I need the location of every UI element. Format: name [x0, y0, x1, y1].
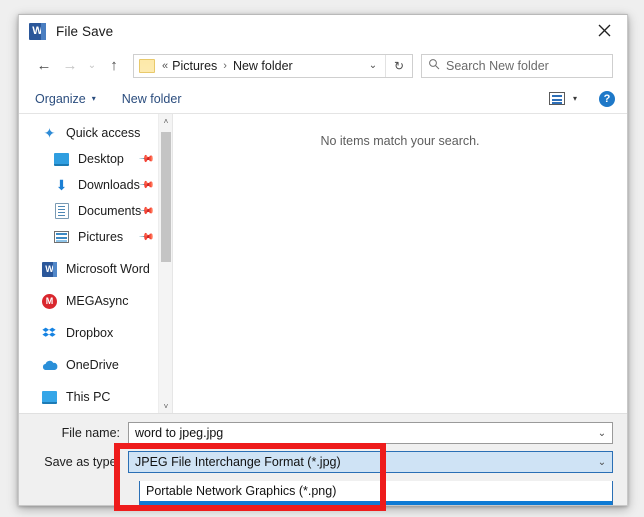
- save-as-type-label: Save as type:: [44, 455, 120, 469]
- change-view-icon[interactable]: [548, 92, 565, 105]
- breadcrumb-overflow-icon[interactable]: «: [162, 60, 168, 72]
- breadcrumb-item-new-folder[interactable]: New folder: [233, 59, 293, 73]
- title-bar: W File Save: [19, 15, 627, 47]
- folder-icon: [139, 58, 155, 73]
- word-app-icon-letter: W: [32, 24, 43, 37]
- search-box[interactable]: Search New folder: [421, 53, 613, 78]
- sidebar-item-onedrive[interactable]: OneDrive: [19, 352, 172, 378]
- file-name-field[interactable]: word to jpeg.jpg ⌄: [128, 422, 613, 444]
- sidebar-item-megasync[interactable]: M MEGAsync: [19, 288, 172, 314]
- screenshot-root: W File Save ← → ⌄ ↑ « Pictures › New fol…: [0, 0, 644, 517]
- search-icon: [422, 58, 446, 73]
- dialog-body: ✦ Quick access Desktop 📌 ⬇ Downloads 📌 D…: [19, 114, 627, 414]
- desktop-icon: [53, 151, 70, 167]
- save-as-type-row: Save as type: JPEG File Interchange Form…: [19, 451, 627, 473]
- sidebar-item-dropbox[interactable]: Dropbox: [19, 320, 172, 346]
- sidebar-item-label: OneDrive: [66, 358, 119, 372]
- save-as-type-combobox[interactable]: JPEG File Interchange Format (*.jpg) ⌄: [128, 451, 613, 473]
- sidebar-item-label: This PC: [66, 390, 111, 404]
- breadcrumb-item-pictures[interactable]: Pictures: [172, 59, 217, 73]
- empty-state-message: No items match your search.: [320, 134, 480, 148]
- new-folder-button[interactable]: New folder: [122, 92, 182, 106]
- organize-button[interactable]: Organize ▾: [35, 92, 96, 106]
- navigation-bar: ← → ⌄ ↑ « Pictures › New folder ⌄ ↻ Sear…: [19, 47, 627, 84]
- chevron-down-icon[interactable]: ⌄: [592, 423, 612, 443]
- up-icon[interactable]: ↑: [101, 53, 127, 79]
- file-name-label: File name:: [61, 426, 120, 440]
- address-bar[interactable]: « Pictures › New folder ⌄ ↻: [133, 53, 413, 78]
- navigation-pane: ✦ Quick access Desktop 📌 ⬇ Downloads 📌 D…: [19, 114, 173, 413]
- forward-icon[interactable]: →: [57, 53, 83, 79]
- new-folder-label: New folder: [121, 91, 182, 106]
- file-list-area[interactable]: No items match your search.: [173, 114, 627, 413]
- sidebar-item-documents[interactable]: Documents 📌: [19, 198, 172, 224]
- sidebar-item-this-pc[interactable]: This PC: [19, 384, 172, 410]
- file-save-dialog: W File Save ← → ⌄ ↑ « Pictures › New fol…: [18, 14, 628, 506]
- sidebar-item-downloads[interactable]: ⬇ Downloads 📌: [19, 172, 172, 198]
- sidebar-item-desktop[interactable]: Desktop 📌: [19, 146, 172, 172]
- pin-icon[interactable]: 📌: [137, 229, 154, 246]
- sidebar-scrollbar[interactable]: ˄ ˅: [158, 114, 172, 413]
- documents-icon: [53, 203, 70, 219]
- sidebar-item-label: Quick access: [66, 126, 141, 140]
- address-dropdown-icon[interactable]: ⌄: [361, 60, 385, 71]
- word-icon: W: [41, 261, 58, 277]
- sidebar-item-label: Downloads: [78, 178, 140, 192]
- scroll-down-icon[interactable]: ˅: [159, 399, 172, 413]
- help-icon[interactable]: ?: [599, 90, 615, 107]
- back-icon[interactable]: ←: [31, 53, 57, 79]
- pictures-icon: [53, 229, 70, 245]
- file-name-value: word to jpeg.jpg: [135, 426, 224, 440]
- pin-icon[interactable]: 📌: [137, 151, 154, 168]
- breadcrumb[interactable]: « Pictures › New folder: [155, 59, 361, 73]
- sidebar-item-label: Documents: [78, 204, 142, 218]
- star-icon: ✦: [43, 125, 56, 141]
- save-as-type-dropdown-list[interactable]: Portable Network Graphics (*.png) JPEG F…: [139, 481, 613, 505]
- dropdown-option-png[interactable]: Portable Network Graphics (*.png): [140, 481, 612, 501]
- word-app-icon: W: [29, 22, 46, 40]
- dropdown-option-jpg[interactable]: JPEG File Interchange Format (*.jpg): [140, 501, 612, 505]
- navigation-list: ✦ Quick access Desktop 📌 ⬇ Downloads 📌 D…: [19, 114, 172, 410]
- sidebar-item-label: MEGAsync: [66, 294, 129, 308]
- dropbox-icon: [41, 325, 58, 341]
- breadcrumb-separator-icon: ›: [223, 59, 227, 72]
- save-as-type-value: JPEG File Interchange Format (*.jpg): [135, 455, 341, 469]
- view-chevron-down-icon[interactable]: ▾: [573, 94, 577, 103]
- sidebar-item-pictures[interactable]: Pictures 📌: [19, 224, 172, 250]
- chevron-down-icon[interactable]: ⌄: [592, 452, 612, 472]
- sidebar-item-label: Desktop: [78, 152, 124, 166]
- sidebar-item-quick-access[interactable]: ✦ Quick access: [19, 120, 172, 146]
- dialog-footer: File name: word to jpeg.jpg ⌄ Save as ty…: [19, 414, 627, 505]
- download-icon: ⬇: [55, 177, 68, 193]
- sidebar-item-label: Dropbox: [66, 326, 114, 340]
- search-input[interactable]: Search New folder: [446, 59, 549, 73]
- scrollbar-thumb[interactable]: [161, 132, 171, 262]
- chevron-down-icon: ▾: [91, 94, 96, 103]
- sidebar-item-label: Pictures: [78, 230, 124, 244]
- pc-icon: [41, 389, 58, 405]
- onedrive-icon: [41, 357, 58, 373]
- pin-icon[interactable]: 📌: [137, 177, 154, 194]
- close-icon[interactable]: [582, 15, 627, 45]
- sidebar-item-label: Microsoft Word: [66, 262, 150, 276]
- refresh-icon[interactable]: ↻: [386, 59, 412, 73]
- recent-locations-icon[interactable]: ⌄: [83, 53, 101, 79]
- file-name-row: File name: word to jpeg.jpg ⌄: [19, 422, 627, 444]
- organize-label: Organize: [35, 91, 86, 106]
- sidebar-item-microsoft-word[interactable]: W Microsoft Word: [19, 256, 172, 282]
- scroll-up-icon[interactable]: ˄: [159, 114, 172, 128]
- mega-icon: M: [41, 293, 58, 309]
- window-title: File Save: [56, 23, 114, 39]
- command-bar: Organize ▾ New folder ▾ ?: [19, 84, 627, 114]
